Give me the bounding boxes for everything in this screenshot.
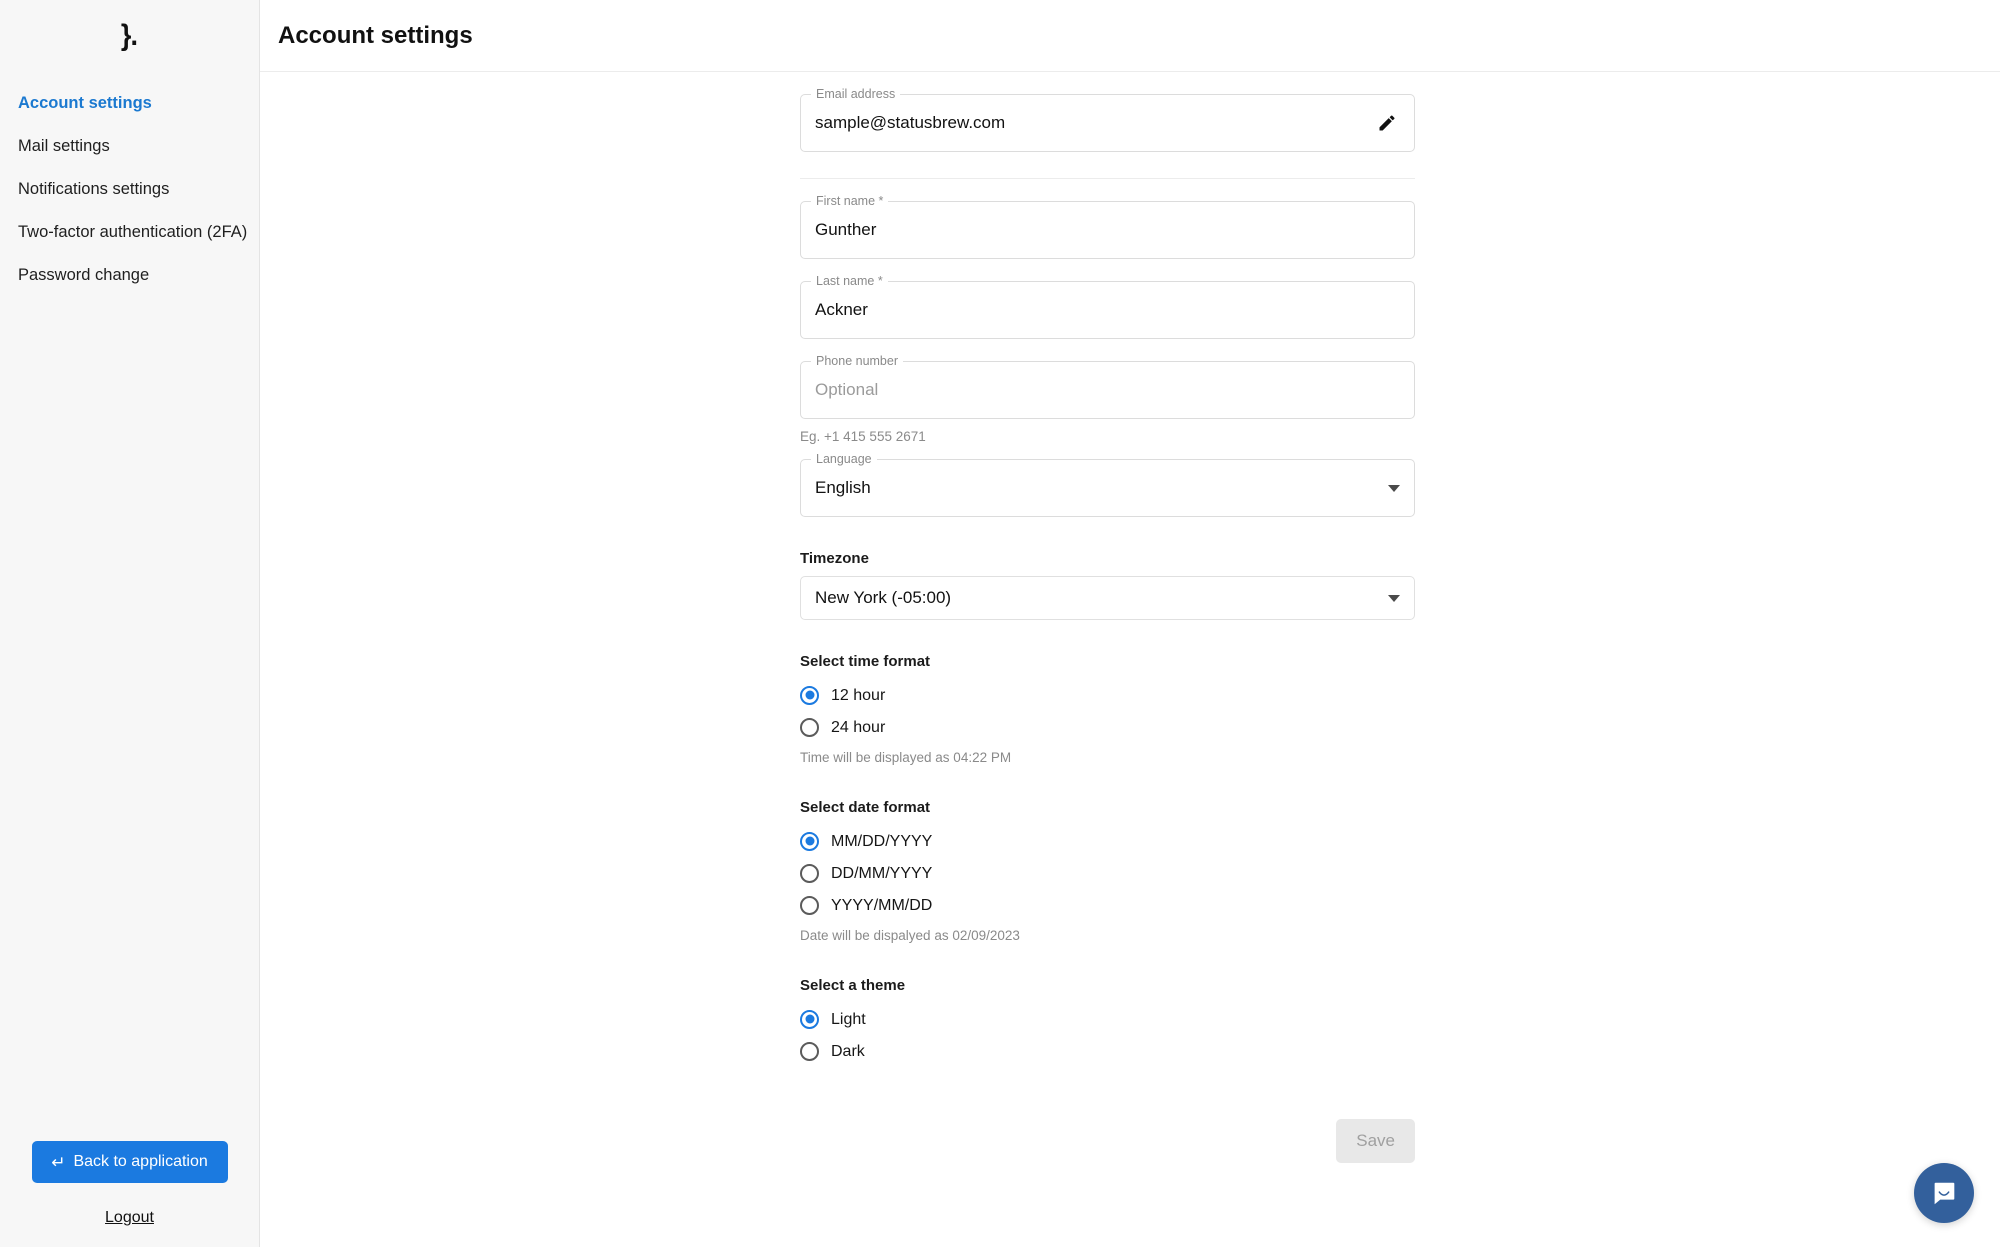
statusbrew-logo-icon: }. — [121, 19, 138, 52]
sidebar-item-label: Notifications settings — [18, 180, 170, 198]
radio-label: Dark — [831, 1042, 865, 1060]
timezone-label: Timezone — [800, 550, 869, 567]
phone-number-field[interactable]: Phone number Optional — [800, 354, 1415, 419]
sidebar-item-password-change[interactable]: Password change — [0, 254, 259, 297]
return-arrow-icon: ↵ — [51, 1152, 66, 1172]
theme-section: Select a theme Light Dark — [800, 976, 1415, 1067]
first-name-field-label: First name * — [811, 194, 889, 209]
phone-number-helper-text: Eg. +1 415 555 2671 — [800, 429, 926, 444]
save-row: Save — [800, 1119, 1415, 1203]
theme-option-light[interactable]: Light — [800, 1003, 1415, 1035]
sidebar-item-mail-settings[interactable]: Mail settings — [0, 125, 259, 168]
phone-number-field-placeholder: Optional — [815, 380, 879, 399]
last-name-field[interactable]: Last name * Ackner — [800, 274, 1415, 339]
account-settings-form: Email address sample@statusbrew.com Firs… — [800, 72, 1415, 1203]
sidebar-item-label: Two-factor authentication (2FA) — [18, 223, 248, 241]
page-title: Account settings — [278, 21, 473, 49]
theme-label: Select a theme — [800, 977, 906, 994]
date-format-label: Select date format — [800, 799, 931, 816]
chat-launcher-button[interactable] — [1914, 1163, 1974, 1223]
sidebar-item-notifications-settings[interactable]: Notifications settings — [0, 168, 259, 211]
settings-content: Email address sample@statusbrew.com Firs… — [260, 72, 2000, 1247]
time-format-section: Select time format 12 hour 24 hour Time … — [800, 652, 1415, 766]
radio-indicator[interactable] — [800, 685, 819, 705]
date-format-option-dd-mm-yyyy[interactable]: DD/MM/YYYY — [800, 857, 1415, 889]
language-select-label: Language — [811, 452, 877, 467]
sidebar-footer: ↵ Back to application Logout — [0, 1141, 259, 1247]
radio-label: DD/MM/YYYY — [831, 864, 933, 882]
radio-label: YYYY/MM/DD — [831, 896, 933, 914]
logo-container: }. — [0, 0, 259, 72]
radio-indicator[interactable] — [800, 895, 819, 915]
date-format-option-mm-dd-yyyy[interactable]: MM/DD/YYYY — [800, 825, 1415, 857]
back-to-application-label: Back to application — [73, 1153, 208, 1170]
sidebar-item-label: Mail settings — [18, 137, 110, 155]
date-format-option-yyyy-mm-dd[interactable]: YYYY/MM/DD — [800, 889, 1415, 921]
phone-number-field-label: Phone number — [811, 354, 904, 369]
email-field-value: sample@statusbrew.com — [815, 113, 1006, 132]
radio-indicator[interactable] — [800, 831, 819, 851]
pencil-icon — [1379, 115, 1395, 131]
time-format-label: Select time format — [800, 653, 931, 670]
date-format-helper-text: Date will be dispalyed as 02/09/2023 — [800, 928, 1020, 943]
theme-radio-group: Light Dark — [800, 1003, 1415, 1067]
sidebar-item-label: Account settings — [18, 94, 152, 112]
theme-option-dark[interactable]: Dark — [800, 1035, 1415, 1067]
form-divider — [800, 178, 1415, 179]
main-content: Account settings Email address sample@st… — [260, 0, 2000, 1247]
radio-indicator[interactable] — [800, 1009, 819, 1029]
time-format-radio-group: 12 hour 24 hour — [800, 679, 1415, 743]
time-format-helper-text: Time will be displayed as 04:22 PM — [800, 750, 1012, 765]
sidebar-nav: Account settings Mail settings Notificat… — [0, 82, 259, 297]
language-select-value: English — [815, 478, 871, 497]
time-format-option-12-hour[interactable]: 12 hour — [800, 679, 1415, 711]
email-field-label: Email address — [811, 87, 901, 102]
sidebar-item-label: Password change — [18, 266, 150, 284]
last-name-field-value: Ackner — [815, 300, 868, 319]
chat-bubble-icon — [1934, 1182, 1955, 1205]
back-to-application-button[interactable]: ↵ Back to application — [31, 1141, 228, 1183]
chevron-down-icon[interactable] — [1388, 594, 1400, 602]
logout-link[interactable]: Logout — [105, 1209, 154, 1227]
date-format-section: Select date format MM/DD/YYYY DD/MM/YYYY — [800, 798, 1415, 944]
timezone-section: Timezone New York (-05:00) — [800, 549, 1415, 620]
sidebar-item-account-settings[interactable]: Account settings — [0, 82, 259, 125]
radio-indicator[interactable] — [800, 1041, 819, 1061]
time-format-option-24-hour[interactable]: 24 hour — [800, 711, 1415, 743]
edit-email-button[interactable] — [1374, 110, 1400, 136]
radio-indicator[interactable] — [800, 717, 819, 737]
sidebar-item-two-factor-authentication[interactable]: Two-factor authentication (2FA) — [0, 211, 259, 254]
radio-label: MM/DD/YYYY — [831, 832, 933, 850]
chevron-down-icon[interactable] — [1388, 484, 1400, 492]
radio-label: 12 hour — [831, 686, 886, 704]
radio-label: 24 hour — [831, 718, 886, 736]
language-select[interactable]: Language English — [800, 452, 1415, 517]
sidebar: }. Account settings Mail settings Notifi… — [0, 0, 260, 1247]
account-settings-page: }. Account settings Mail settings Notifi… — [0, 0, 2000, 1247]
email-field[interactable]: Email address sample@statusbrew.com — [800, 87, 1415, 152]
first-name-field[interactable]: First name * Gunther — [800, 194, 1415, 259]
radio-label: Light — [831, 1010, 866, 1028]
timezone-select-value: New York (-05:00) — [815, 588, 952, 607]
save-button[interactable]: Save — [1336, 1119, 1415, 1163]
timezone-select[interactable]: New York (-05:00) — [800, 576, 1415, 620]
first-name-field-value: Gunther — [815, 220, 877, 239]
radio-indicator[interactable] — [800, 863, 819, 883]
last-name-field-label: Last name * — [811, 274, 888, 289]
date-format-radio-group: MM/DD/YYYY DD/MM/YYYY YYYY/MM/DD — [800, 825, 1415, 921]
page-header: Account settings — [260, 0, 2000, 72]
